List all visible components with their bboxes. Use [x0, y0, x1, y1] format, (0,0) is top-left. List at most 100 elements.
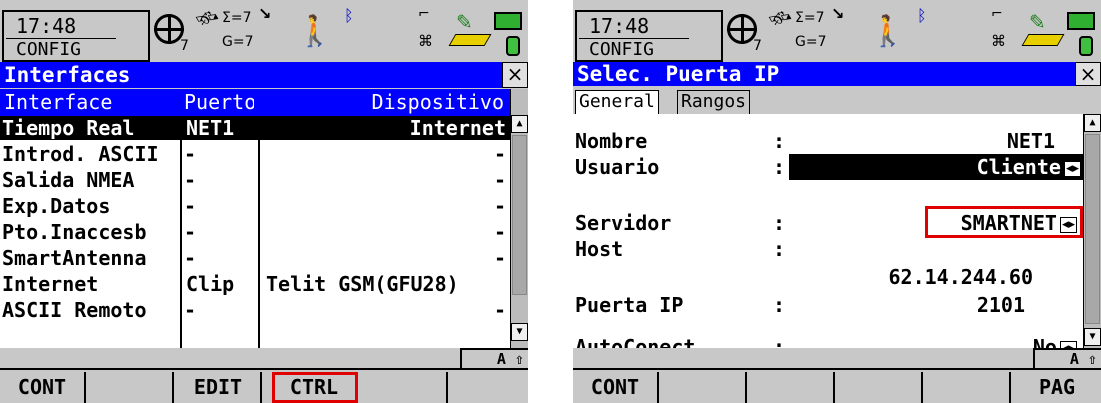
left-right-arrows-icon[interactable]: ◂▸ — [1059, 340, 1077, 348]
softkey-empty[interactable] — [450, 372, 528, 403]
field-separator: : — [773, 335, 786, 348]
softkey-bar: CONT EDIT CTRL — [0, 368, 528, 403]
table-row[interactable]: Internet Clip Telit GSM(GFU28) — [0, 272, 510, 296]
bluetooth-icon: ᛒ — [917, 6, 927, 25]
battery-icon — [494, 12, 522, 30]
table-row[interactable]: SmartAntenna - - — [0, 246, 510, 270]
softkey-page[interactable]: PAG — [1013, 372, 1101, 403]
sats-count: 7 — [180, 38, 189, 54]
field-label: Puerta IP — [575, 293, 684, 317]
table-row[interactable]: Introd. ASCII - - — [0, 142, 510, 166]
mode-label: CONFIG — [589, 39, 655, 60]
field-host-value: 62.14.244.60 — [573, 264, 1083, 290]
field-value: 2101 — [976, 293, 1025, 317]
close-button[interactable]: × — [502, 62, 528, 88]
table-body: Tiempo Real NET1 Internet Introd. ASCII … — [0, 116, 510, 348]
tab-rangos[interactable]: Rangos — [677, 90, 751, 114]
row-port: - — [184, 168, 197, 192]
softkey-empty[interactable] — [362, 372, 448, 403]
row-port: - — [184, 142, 197, 166]
scrollbar[interactable]: ▲ ▼ — [510, 89, 528, 348]
scroll-down-arrow-icon[interactable]: ▼ — [511, 323, 528, 341]
softkey-cont[interactable]: CONT — [0, 372, 86, 403]
field-host[interactable]: Host : — [573, 236, 1083, 262]
autoconnect-selector[interactable]: No ◂▸ — [1033, 334, 1077, 348]
link-icon: ⌘ — [418, 32, 433, 50]
table-row[interactable]: Pto.Inaccesb - - — [0, 220, 510, 244]
table-row[interactable]: Exp.Datos - - — [0, 194, 510, 218]
link-icon: ⌘ — [991, 32, 1006, 50]
table-row[interactable]: ASCII Remoto - - — [0, 298, 510, 322]
satellite-icon: 🛰 — [192, 3, 223, 34]
shift-indicator: A ⇧ — [460, 348, 528, 368]
field-separator: : — [773, 129, 786, 153]
page-title: Selec. Puerta IP — [573, 62, 1101, 86]
signal-icon: ↘ — [831, 4, 845, 23]
scroll-up-arrow-icon[interactable]: ▲ — [1084, 114, 1101, 132]
battery-icon — [1067, 12, 1095, 30]
pen-icon: ✎ — [456, 10, 473, 34]
softkey-empty[interactable] — [925, 372, 1011, 403]
tab-general[interactable]: General — [575, 90, 659, 114]
softkey-edit[interactable]: EDIT — [176, 372, 262, 403]
row-device: - — [493, 220, 506, 244]
field-label: AutoConect — [575, 335, 696, 348]
memory-card-icon — [1021, 34, 1065, 46]
scroll-thumb[interactable] — [1085, 134, 1100, 324]
field-nombre[interactable]: Nombre : NET1 — [573, 128, 1083, 154]
clock-panel: 17:48 CONFIG — [575, 10, 723, 62]
field-label: Host — [575, 237, 624, 261]
softkey-cont[interactable]: CONT — [573, 372, 659, 403]
softkey-empty[interactable] — [88, 372, 174, 403]
field-label: Servidor — [575, 211, 672, 235]
pen-icon: ✎ — [1029, 10, 1046, 34]
table-row[interactable]: Salida NMEA - - — [0, 168, 510, 192]
status-bar: 17:48 CONFIG 7 🛰 Σ=7 G=7 ↘ 🚶 ᛒ ⌐ ⌘ ✎ — [573, 0, 1101, 62]
field-value: NET1 — [1006, 129, 1055, 153]
walking-person-icon: 🚶 — [296, 14, 334, 49]
row-device: Telit GSM(GFU28) — [266, 272, 459, 296]
field-autoconect[interactable]: AutoConect : No ◂▸ — [573, 334, 1083, 348]
power-icon — [1079, 36, 1093, 56]
softkey-empty[interactable] — [837, 372, 923, 403]
softkey-ctrl[interactable]: CTRL — [272, 372, 358, 403]
tab-bar: General Rangos — [573, 88, 1101, 114]
walking-person-icon: 🚶 — [869, 14, 907, 49]
table-row[interactable]: Tiempo Real NET1 Internet — [0, 116, 510, 140]
softkey-empty[interactable] — [749, 372, 835, 403]
bluetooth-icon: ᛒ — [344, 6, 354, 25]
scrollbar[interactable]: ▲ ▼ — [1083, 114, 1101, 348]
field-label: Nombre — [575, 129, 648, 153]
user-selector[interactable]: Cliente ◂▸ — [789, 154, 1083, 180]
field-separator: : — [773, 293, 786, 317]
network-icon: ⌐ — [418, 6, 430, 22]
softkey-bar: CONT PAG — [573, 368, 1101, 403]
row-interface: Tiempo Real — [2, 116, 135, 140]
row-device: - — [493, 142, 506, 166]
row-interface: Salida NMEA — [2, 168, 135, 192]
row-port: - — [184, 194, 197, 218]
softkey-empty[interactable] — [661, 372, 747, 403]
row-interface: Pto.Inaccesb — [2, 220, 147, 244]
field-usuario[interactable]: Usuario : Cliente ◂▸ — [573, 154, 1083, 180]
row-port: - — [184, 246, 197, 270]
row-device: - — [493, 168, 506, 192]
interfaces-screen: 17:48 CONFIG 7 🛰 Σ=7 G=7 ↘ 🚶 ᛒ ⌐ ⌘ ✎ Int… — [0, 0, 528, 403]
left-right-arrows-icon[interactable]: ◂▸ — [1063, 160, 1081, 177]
scroll-down-arrow-icon[interactable]: ▼ — [1084, 328, 1101, 346]
column-header-device: Dispositivo — [371, 90, 504, 114]
scroll-thumb[interactable] — [512, 135, 527, 295]
sats-gps: G=7 — [795, 34, 827, 50]
close-button[interactable]: × — [1075, 62, 1101, 86]
mode-label: CONFIG — [16, 39, 82, 60]
clock-time: 17:48 — [578, 14, 690, 39]
scroll-up-arrow-icon[interactable]: ▲ — [511, 115, 528, 133]
sats-total: Σ=7 — [795, 10, 825, 26]
status-bar: 17:48 CONFIG 7 🛰 Σ=7 G=7 ↘ 🚶 ᛒ ⌐ ⌘ ✎ — [0, 0, 528, 62]
column-header-interface: Interface — [4, 90, 113, 114]
field-puerta-ip[interactable]: Puerta IP : 2101 — [573, 292, 1083, 318]
field-separator: : — [773, 155, 786, 179]
field-value: 62.14.244.60 — [888, 265, 1034, 289]
shift-indicator: A ⇧ — [1033, 348, 1101, 368]
sats-count: 7 — [753, 38, 762, 54]
